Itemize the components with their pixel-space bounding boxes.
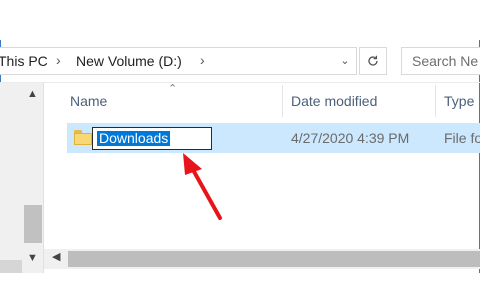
address-bar[interactable]: This PC › New Volume (D:) › ⌄ [0,47,357,75]
column-divider[interactable] [282,85,283,117]
breadcrumb-separator-icon[interactable]: › [56,52,61,68]
rename-input-selected-text[interactable]: Downloads [97,131,171,146]
title-area [0,0,480,40]
column-divider[interactable] [435,85,436,117]
breadcrumb-new-volume[interactable]: New Volume (D:) [76,53,182,69]
toolbar-divider [0,82,480,83]
sort-ascending-icon: ⌃ [168,83,178,95]
rename-input[interactable]: Downloads [92,127,212,150]
row-date-modified: 4/27/2020 4:39 PM [291,130,410,146]
breadcrumb-separator-icon[interactable]: › [200,52,205,68]
folder-icon [74,130,92,145]
chevron-down-icon[interactable]: ⌄ [335,51,355,71]
breadcrumb-this-pc[interactable]: This PC [0,53,48,69]
column-header-date-modified[interactable]: Date modified [291,93,377,109]
scroll-left-icon[interactable]: ◀ [52,250,60,263]
scroll-up-icon[interactable]: ▲ [27,88,38,100]
navigation-pane[interactable] [0,83,22,288]
status-area [0,273,480,300]
scrollbar-thumb[interactable] [24,205,42,243]
annotation-arrow-icon [183,153,222,220]
row-type: File fo [444,130,480,146]
navigation-scrollbar[interactable] [22,83,44,273]
column-header-type[interactable]: Type [444,93,474,109]
refresh-icon [368,55,378,66]
horizontal-scrollbar-thumb[interactable] [68,251,480,267]
refresh-button[interactable] [359,47,387,75]
scroll-down-icon[interactable]: ▼ [27,252,38,264]
column-header-name[interactable]: Name [70,93,107,109]
search-input[interactable]: Search Ne [401,47,480,75]
